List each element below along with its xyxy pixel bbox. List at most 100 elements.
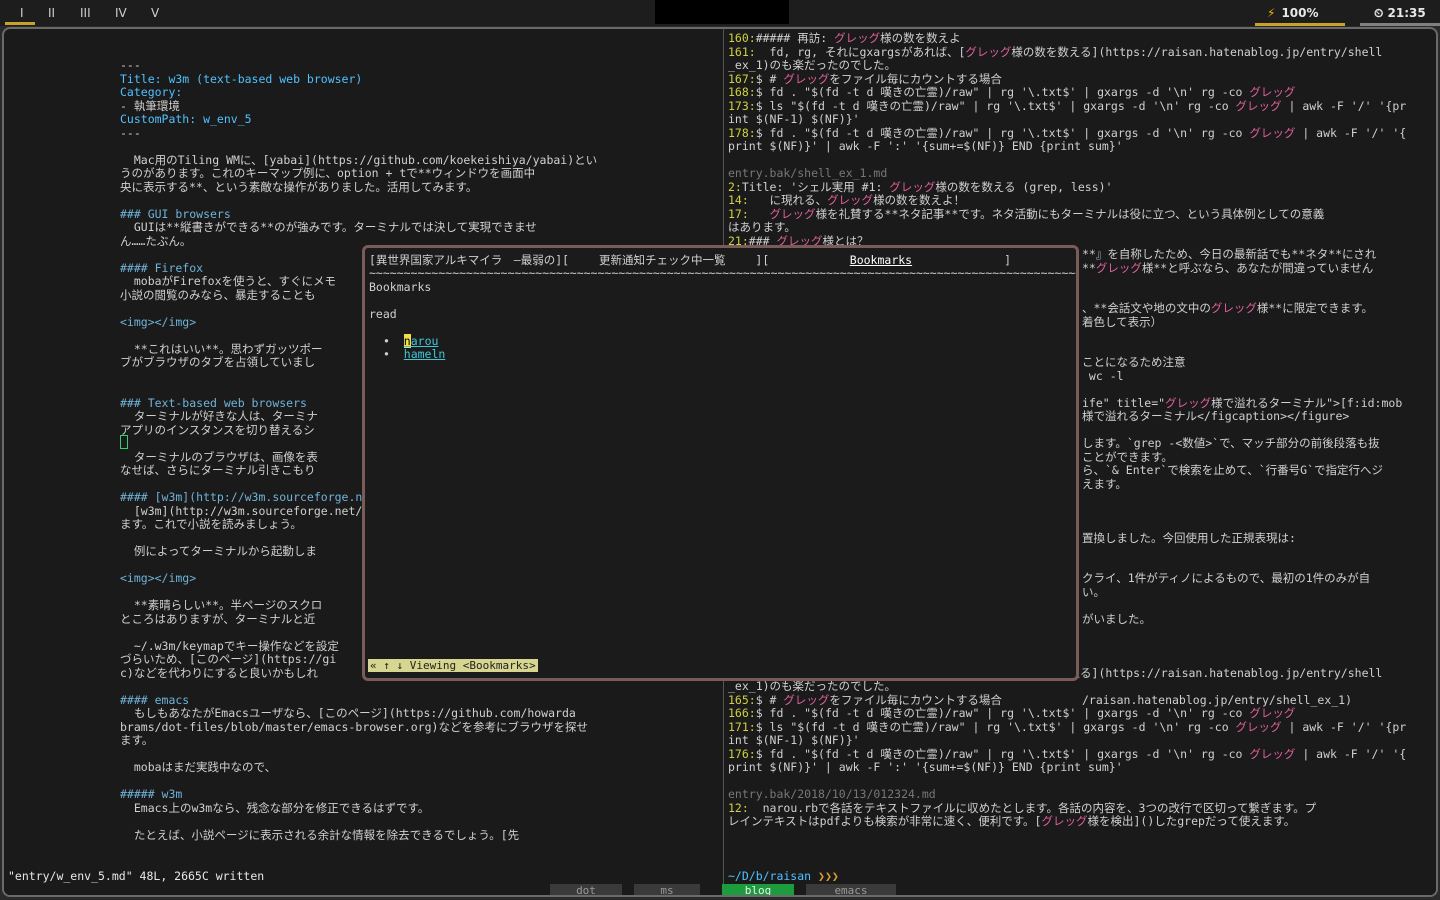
text-line: ところはありますが、ターミナルと近 [120,612,316,626]
text-line: はあります。 [728,221,796,234]
text-line: entry.bak/shell_ex_1.md [728,167,888,180]
bookmark-link-narou[interactable]: narou [403,334,438,348]
workspace-1[interactable]: I [20,6,24,20]
text-line: 様で溢れるターミナル</figcaption></figure> [1082,410,1350,423]
text-line: ~/.w3m/keymapでキー操作などを設定 [120,639,339,653]
text-line: ことになるため注意 [1082,356,1186,369]
text-line: #### Firefox [120,261,204,275]
workspace-4[interactable]: IV [115,6,127,20]
text-line: 2:Title: 'シェル実用 #1: グレッグ様の数を数える (grep, l… [728,180,1113,194]
text-line: entry.bak/2018/10/13/012324.md [728,788,936,801]
text-line: づらいため、[このページ](https://gi [120,653,337,666]
text-line: int $(NF-1) $(NF)}' [728,113,860,126]
bullet-icon: • [383,334,404,348]
text-line: print $(NF)}' | awk -F ':' '{sum+=$(NF)}… [728,140,1123,153]
text-line: 161: fd, rg, それにgxargsがあれば、[グレッグ様の数を数える]… [728,45,1383,59]
text-line: ます。 [120,734,154,747]
text-line: 167:$ # グレッグをファイル毎にカウントする場合 [728,72,1002,86]
workspace-2[interactable]: II [48,6,55,20]
bookmark-item[interactable]: • hameln [383,347,446,362]
clock-time: 21:35 [1387,6,1426,20]
text-line: #### emacs [120,693,190,707]
text-line: たとえば、小説ページに表示される余計な情報を除去できるでしょう。[先 [120,828,520,842]
text-line: int $(NF-1) $(NF)}' [728,734,860,747]
w3m-tab-inactive[interactable]: [異世界国家アルキマイラ ―最弱の][ 更新通知チェック中一覧 ][ [369,253,850,267]
shell-prompt[interactable]: ~/D/b/raisan ❯❯❯ [728,869,839,883]
w3m-bookmarks-popup[interactable]: [異世界国家アルキマイラ ―最弱の][ 更新通知チェック中一覧 ][ Bookm… [362,245,1079,681]
text-line: ##### w3m [120,788,183,801]
text-line: えます。 [1082,477,1127,491]
text-line: **これはいい**。思わずガッツポー [120,342,323,356]
text-line: い。 [1082,585,1105,599]
text-line: _ex_1)のも楽だったのでした。 [728,59,897,72]
prompt-arrows: ❯❯❯ [818,869,839,883]
text-line: 171:$ ls "$(fd -t d 嘆きの亡霊)/raw" | rg '\.… [728,720,1407,734]
w3m-tab-end: ] [912,253,1012,267]
tab-blog[interactable]: blog [722,884,794,895]
text-line: 、**会話文や地の文中のグレッグ様**に限定できます。 [1082,302,1374,315]
tmux-tab-bar: dot ms blog emacs [4,884,1436,895]
text-line: brams/dot-files/blob/master/emacs-browse… [120,720,588,734]
workspace-5[interactable]: V [151,6,159,20]
text-line: print $(NF)}' | awk -F ':' '{sum+=$(NF)}… [728,761,1123,774]
editor-status-line: "entry/w_env_5.md" 48L, 2665C written [8,869,265,883]
bookmark-link-hameln[interactable]: hameln [404,347,446,361]
clock-icon: ⏲ [1374,6,1388,20]
clock-widget: ⏲ 21:35 [1360,0,1440,26]
text-line: 166:$ fd . "$(fd -t d 嘆きの亡霊)/raw" | rg '… [728,707,1296,720]
w3m-tab-bookmarks[interactable]: Bookmarks [850,253,912,267]
window-title-area [655,0,789,24]
text-line: クライ、1件がティノによるもので、最初の1件のみが自 [1082,572,1371,585]
text-line: Emacs上のw3mなら、残念な部分を修正できるはずです。 [120,801,430,815]
text-line: ことができます。 [1082,450,1173,464]
prompt-path: ~/D/b/raisan [728,869,812,883]
text-line: ブがブラウザのタブを占領していまし [120,356,316,369]
text-line: します。`grep -<数値>`で、マッチ部分の前後段落も抜 [1082,437,1380,450]
text-line: 168:$ fd . "$(fd -t d 嘆きの亡霊)/raw" | rg '… [728,86,1296,99]
text-line: うのがあります。これのキーマップ例に、option + tで**ウィンドウを画面… [120,167,536,180]
text-line: 176:$ fd . "$(fd -t d 嘆きの亡霊)/raw" | rg '… [728,747,1407,761]
battery-level: 100% [1281,6,1319,20]
text-line: ife" title="グレッグ様で溢れるターミナル">[f:id:mob [1082,396,1403,410]
tab-ms[interactable]: ms [634,884,700,895]
top-bar: I II III IV V ⚡ 100% ⏲ 21:35 [0,0,1440,26]
text-line: **グレッグ様**と呼ぶなら、あなたが間違っていません [1082,261,1374,275]
text-line: Category: [120,86,183,99]
text-line: --- [120,59,141,72]
editor-cursor [120,435,128,449]
text-line: c)などを代わりにすると良いかもしれ [120,666,318,680]
text-line: ### GUI browsers [120,207,231,221]
text-line: wc -l [1082,369,1124,383]
text-line: がいました。 [1082,612,1151,626]
text-line: もしもあなたがEmacsユーザなら、[このページ](https://github… [120,707,576,720]
text-line: 着色して表示） [1082,315,1163,329]
text-line: Title: w3m (text-based web browser) [120,72,363,86]
text-line: ます。これで小説を読みましょう。 [120,518,302,531]
text-line: [w3m](http://w3m.sourceforge.net/ [120,504,363,518]
text-line: _ex_1)のも楽だったのでした。 [728,680,897,693]
text-line: mobaがFirefoxを使うと、すぐにメモ [120,275,337,288]
text-line: 置換しました。今回使用した正規表現は: [1082,531,1296,545]
active-workspace-indicator [5,22,35,25]
w3m-separator: ~~~~~~~~~~~~~~~~~~~~~~~~~~~~~~~~~~~~~~~~… [369,266,1079,280]
bookmarks-section: read [369,307,397,321]
text-line: ら、`& Enter`で検索を止めて、`行番号G`で指定行へジ [1082,464,1384,477]
text-line: /raisan.hatenablog.jp/entry/shell_ex_1) [1082,693,1353,707]
text-line: レインテキストはpdfよりも検索が非常に速く、便利です。[グレッグ様を検出]()… [728,815,1296,828]
text-line: 17: グレッグ様を礼賛する**ネタ記事**です。ネタ活動にもターミナルは役に立… [728,207,1325,221]
text-line: --- [120,126,141,140]
tab-emacs[interactable]: emacs [806,884,896,895]
w3m-status-bar: « ↑ ↓ Viewing <Bookmarks> [368,659,538,672]
text-line: mobaはまだ実践中なので、 [120,761,277,774]
bullet-icon: • [383,347,404,361]
text-line: - 執筆環境 [120,99,180,113]
text-line: 178:$ fd . "$(fd -t d 嘆きの亡霊)/raw" | rg '… [728,126,1407,140]
text-line: ターミナルが好きな人は、ターミナ [120,410,318,423]
text-line: **』を自称したため、今日の最新話でも**ネタ**にされ [1082,248,1377,261]
tab-dot[interactable]: dot [550,884,622,895]
text-line: ### Text-based web browsers [120,396,307,410]
battery-widget: ⚡ 100% [1255,0,1345,26]
bookmarks-heading: Bookmarks [369,280,432,294]
text-line: CustomPath: w_env_5 [120,113,252,126]
workspace-3[interactable]: III [80,6,91,20]
